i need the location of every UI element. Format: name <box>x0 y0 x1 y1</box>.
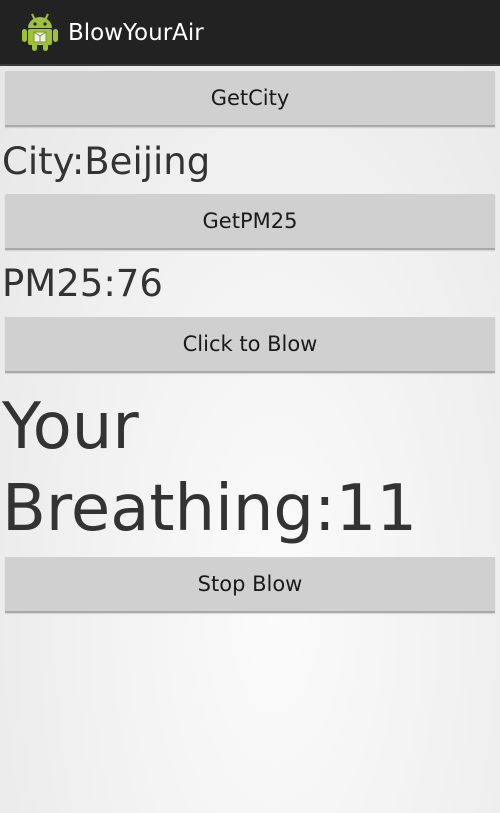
app-title: BlowYourAir <box>68 20 204 46</box>
action-bar: BlowYourAir <box>0 0 500 66</box>
get-city-button[interactable]: GetCity <box>5 71 495 127</box>
click-to-blow-button[interactable]: Click to Blow <box>5 317 495 373</box>
breathing-label: Your Breathing:11 <box>2 390 418 546</box>
stop-blow-button[interactable]: Stop Blow <box>5 557 495 613</box>
city-label: City:Beijing <box>2 140 211 183</box>
pm25-label: PM25:76 <box>2 262 163 305</box>
android-robot-icon <box>22 13 58 51</box>
get-pm25-button[interactable]: GetPM25 <box>5 194 495 250</box>
